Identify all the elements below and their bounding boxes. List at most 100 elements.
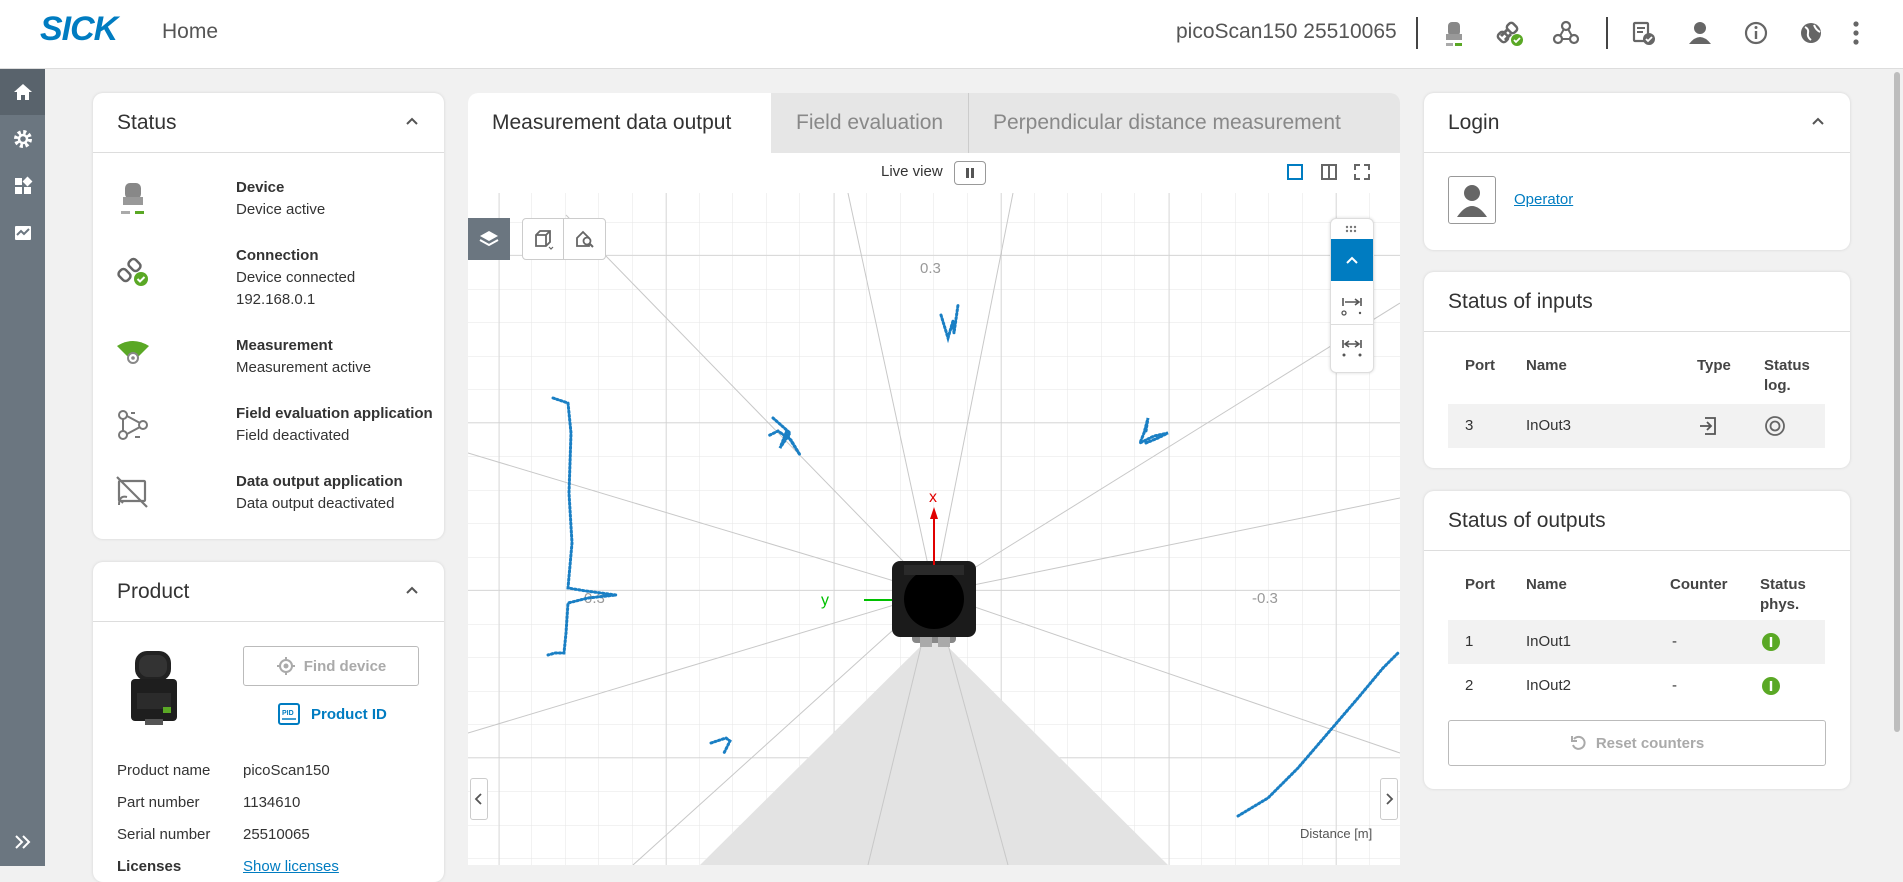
login-header[interactable]: Login	[1424, 93, 1850, 153]
col-counter: Counter	[1670, 576, 1728, 593]
physical-status-on-icon	[1762, 677, 1780, 695]
output-counter: -	[1672, 677, 1677, 694]
product-id-label: Product ID	[311, 705, 387, 723]
fullscreen-icon[interactable]	[1353, 163, 1371, 181]
network-icon[interactable]	[1549, 16, 1583, 50]
card-title: Status of inputs	[1448, 289, 1593, 313]
tab-measurement-data-output[interactable]: Measurement data output	[468, 93, 771, 153]
table-row: 3 InOut3	[1448, 404, 1825, 448]
chevron-up-icon[interactable]	[404, 113, 420, 129]
card-title: Status	[117, 110, 177, 134]
layers-icon	[479, 231, 499, 247]
status-device-title: Device	[236, 179, 285, 196]
card-title: Status of outputs	[1448, 508, 1606, 532]
part-number-value: 1134610	[243, 794, 301, 811]
3d-view-button[interactable]	[523, 219, 565, 259]
view-tools	[522, 218, 606, 260]
operator-link[interactable]: Operator	[1514, 191, 1573, 208]
pause-icon	[966, 168, 974, 178]
tab-field-evaluation[interactable]: Field evaluation	[772, 93, 968, 153]
output-port: 1	[1465, 633, 1474, 650]
scan-canvas[interactable]: 0.3 0.3 -0.3 x y Distance [m]	[468, 193, 1400, 865]
status-data-output-title: Data output application	[236, 473, 403, 490]
product-name-value: picoScan150	[243, 762, 330, 779]
device-status-icon[interactable]	[1437, 16, 1471, 50]
reset-counters-label: Reset counters	[1595, 734, 1705, 752]
info-icon[interactable]	[1739, 16, 1773, 50]
output-name: InOut1	[1526, 633, 1572, 650]
parameter-check-icon[interactable]	[1626, 16, 1660, 50]
input-name: InOut3	[1526, 417, 1572, 434]
pause-button[interactable]	[954, 161, 986, 185]
input-type-icon	[1700, 417, 1716, 435]
collapse-panel-button[interactable]	[1331, 239, 1373, 281]
chevron-up-icon	[1346, 256, 1358, 264]
login-card: Login Operator	[1424, 93, 1850, 250]
pan-left-button[interactable]	[470, 778, 488, 820]
zoom-panel	[1330, 218, 1374, 373]
physical-status-on-icon	[1762, 633, 1780, 651]
layers-button[interactable]	[468, 218, 510, 260]
status-ip-address: 192.168.0.1	[236, 291, 316, 308]
svg-text:PID: PID	[282, 710, 294, 717]
part-number-label: Part number	[117, 794, 200, 811]
sidebar-item-apps[interactable]	[0, 163, 45, 209]
connection-status-icon[interactable]	[1493, 16, 1527, 50]
chevron-up-icon[interactable]	[404, 582, 420, 598]
more-menu-icon[interactable]	[1839, 16, 1873, 50]
connection-icon	[117, 257, 148, 286]
user-avatar	[1448, 176, 1496, 224]
chevron-up-icon[interactable]	[1810, 113, 1826, 129]
serial-number-value: 25510065	[243, 826, 310, 843]
measure-distance-button[interactable]	[1331, 285, 1373, 325]
sensor-model	[892, 561, 976, 647]
inputs-header: Status of inputs	[1424, 272, 1850, 332]
user-icon[interactable]	[1683, 16, 1717, 50]
product-name-label: Product name	[117, 762, 211, 779]
col-status-sub: log.	[1764, 377, 1791, 394]
find-device-label: Find device	[303, 657, 387, 675]
data-output-icon	[116, 476, 148, 508]
inputs-card: Status of inputs Port Name Type Status l…	[1424, 272, 1850, 468]
split-view-icon[interactable]	[1320, 163, 1338, 181]
output-counter: -	[1672, 633, 1677, 650]
measure-distance-icon	[1341, 297, 1362, 316]
apps-icon	[14, 176, 32, 194]
sidebar-expand[interactable]	[0, 819, 45, 865]
page-scrollbar[interactable]	[1894, 72, 1900, 732]
outputs-card: Status of outputs Port Name Counter Stat…	[1424, 491, 1850, 789]
reset-counters-button[interactable]: Reset counters	[1448, 720, 1826, 766]
status-device-text: Device active	[236, 201, 326, 218]
status-header[interactable]: Status	[93, 93, 444, 153]
product-header[interactable]: Product	[93, 562, 444, 622]
language-globe-icon[interactable]	[1794, 16, 1828, 50]
licenses-label: Licenses	[117, 858, 182, 875]
product-id-button[interactable]: PID Product ID	[277, 702, 387, 726]
input-port: 3	[1465, 417, 1474, 434]
status-connection-text: Device connected	[236, 269, 356, 286]
cube-icon	[535, 230, 554, 250]
single-view-icon[interactable]	[1286, 163, 1304, 181]
sidebar-item-settings[interactable]	[0, 116, 45, 162]
find-device-button[interactable]: Find device	[243, 646, 419, 686]
measure-between-button[interactable]	[1331, 327, 1373, 367]
zoom-home-button[interactable]	[564, 219, 605, 259]
field-evaluation-icon	[118, 410, 148, 440]
reset-icon	[1570, 735, 1586, 750]
col-port: Port	[1465, 576, 1495, 593]
table-row: 2 InOut2 -	[1448, 664, 1825, 708]
sidebar	[0, 69, 45, 866]
sidebar-item-home[interactable]	[0, 69, 45, 115]
chevron-right-icon	[1386, 793, 1394, 805]
scan-viewer: Live view 0.3 0.3 -0.3 x y Distance [m]	[468, 153, 1400, 865]
status-measurement-text: Measurement active	[236, 359, 372, 376]
status-card: Status Device Device active Connection D…	[93, 93, 444, 539]
show-licenses-link[interactable]: Show licenses	[243, 858, 339, 875]
sick-logo[interactable]: SICK	[40, 10, 118, 49]
live-view-label: Live view	[881, 163, 943, 180]
sidebar-item-monitor[interactable]	[0, 210, 45, 256]
tab-perpendicular-distance[interactable]: Perpendicular distance measurement	[969, 93, 1400, 153]
pan-right-button[interactable]	[1380, 778, 1398, 820]
drag-handle-icon[interactable]	[1345, 225, 1359, 233]
outputs-header: Status of outputs	[1424, 491, 1850, 551]
